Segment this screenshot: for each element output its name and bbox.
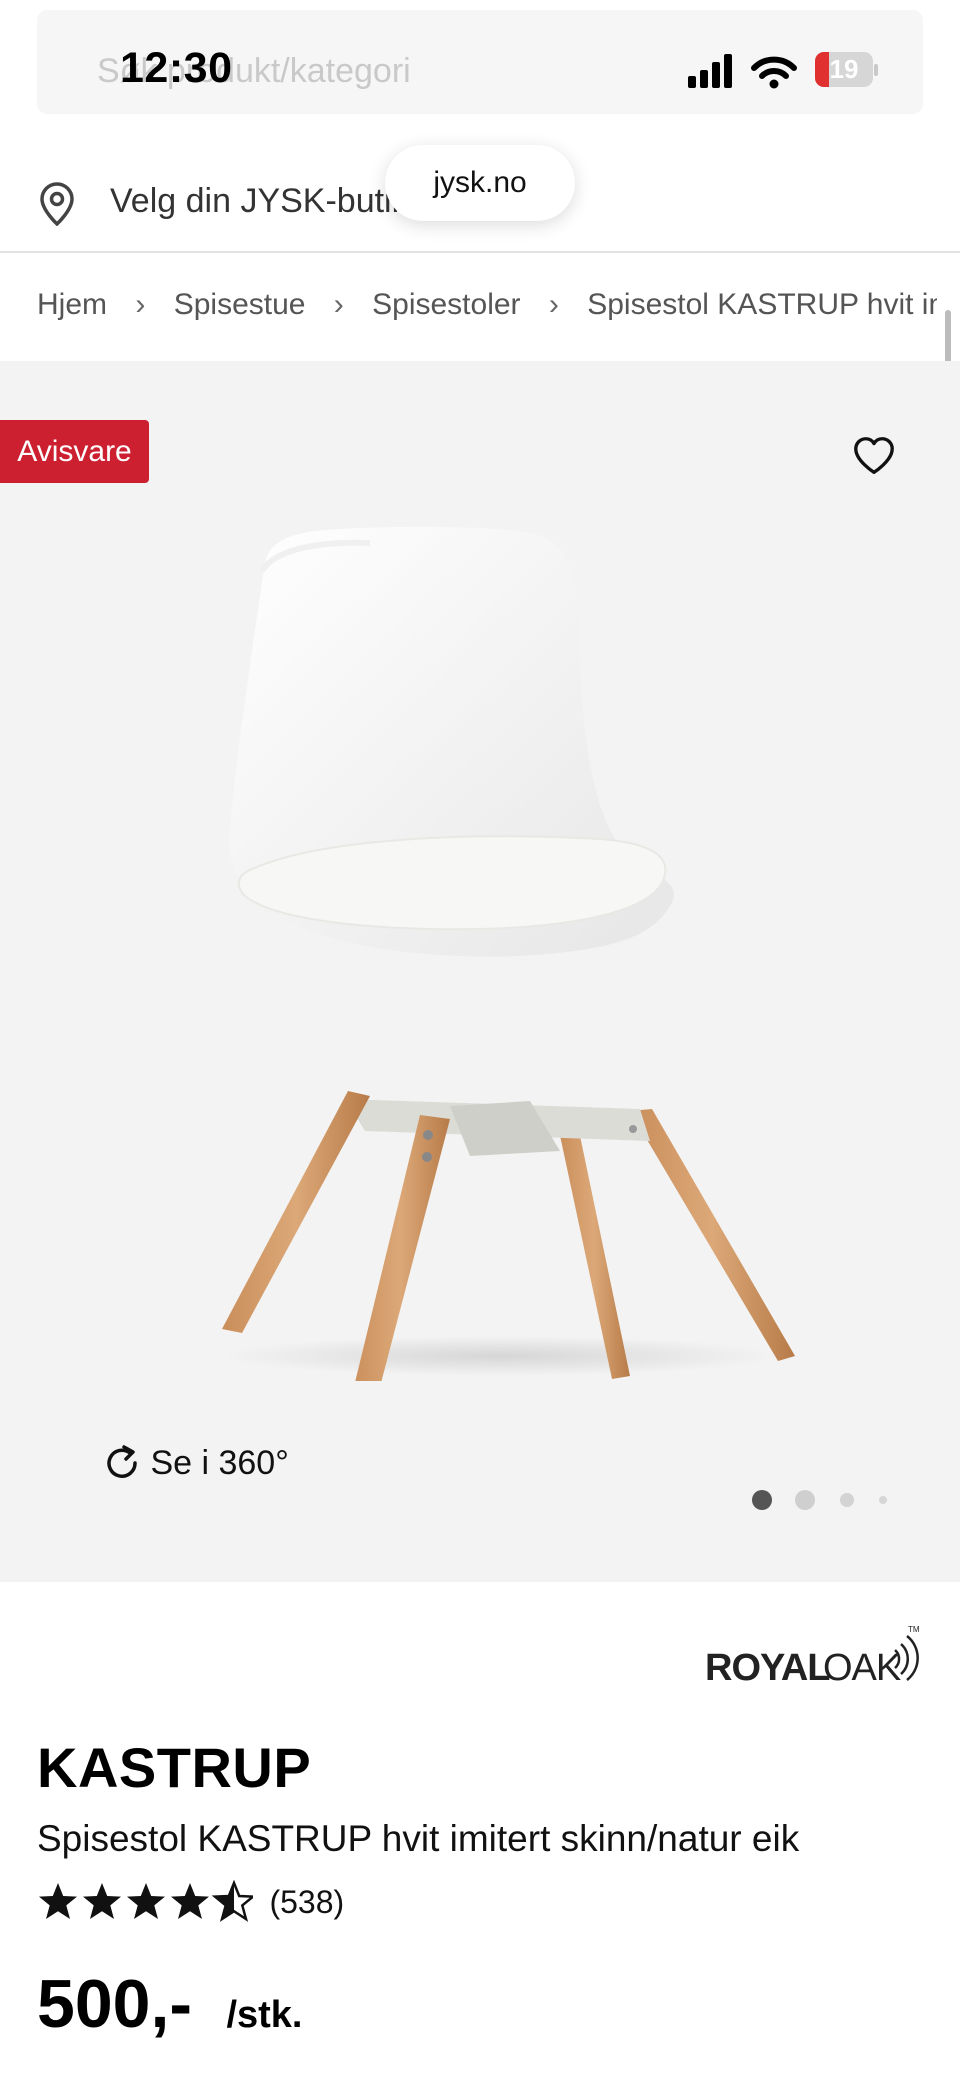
- product-description: Spisestol KASTRUP hvit imitert skinn/nat…: [37, 1818, 800, 1859]
- breadcrumb-item-current: Spisestol KASTRUP hvit imitert skinn/nat…: [587, 288, 937, 322]
- svg-text:OAK: OAK: [823, 1647, 901, 1686]
- map-pin-icon: [40, 182, 74, 226]
- svg-text:TM: TM: [908, 1625, 920, 1634]
- battery-icon: 19: [815, 52, 873, 87]
- product-image-chair[interactable]: [200, 511, 820, 1381]
- gallery-dot-4[interactable]: [879, 1496, 887, 1504]
- view-360-label: Se i 360°: [150, 1443, 289, 1482]
- breadcrumb-item-spisestoler[interactable]: Spisestoler: [372, 288, 520, 322]
- brand-logo-royal-oak: ROYAL OAK TM: [705, 1625, 920, 1686]
- breadcrumb-item-spisestue[interactable]: Spisestue: [174, 288, 306, 322]
- header-divider: [0, 251, 960, 253]
- review-count[interactable]: (538): [269, 1884, 344, 1921]
- gallery-dot-1[interactable]: [752, 1490, 772, 1510]
- price-row: 500,- /stk.: [37, 1965, 303, 2043]
- breadcrumb-separator: ›: [548, 288, 559, 322]
- gallery-dot-2[interactable]: [795, 1490, 815, 1510]
- product-name: KASTRUP: [37, 1736, 312, 1799]
- breadcrumb-separator: ›: [333, 288, 344, 322]
- status-icons: [688, 54, 797, 89]
- breadcrumb: Hjem › Spisestue › Spisestoler › Spisest…: [37, 287, 937, 327]
- breadcrumb-item-hjem[interactable]: Hjem: [37, 288, 107, 322]
- breadcrumb-separator: ›: [135, 288, 146, 322]
- gallery-dot-3[interactable]: [840, 1493, 854, 1507]
- status-time: 12:30: [120, 44, 233, 92]
- product-rating[interactable]: (538): [37, 1880, 344, 1928]
- battery-level: 19: [829, 54, 859, 84]
- rotate-icon: [107, 1445, 137, 1478]
- avisvare-badge: Avisvare: [0, 420, 149, 483]
- product-price: 500,-: [37, 1966, 192, 2042]
- price-unit: /stk.: [226, 1994, 303, 2036]
- wifi-icon: [751, 56, 797, 89]
- battery-nub: [874, 64, 878, 76]
- store-label: Velg din JYSK-butikk: [110, 182, 426, 220]
- star-rating-icon: [39, 1880, 253, 1922]
- browser-url-pill[interactable]: jysk.no: [385, 145, 575, 221]
- view-360-button[interactable]: Se i 360°: [102, 1443, 289, 1489]
- svg-text:ROYAL: ROYAL: [705, 1647, 830, 1686]
- product-gallery[interactable]: Avisvare Se i 360°: [0, 361, 960, 1582]
- heart-icon[interactable]: [851, 433, 897, 479]
- cellular-signal-icon: [688, 54, 732, 88]
